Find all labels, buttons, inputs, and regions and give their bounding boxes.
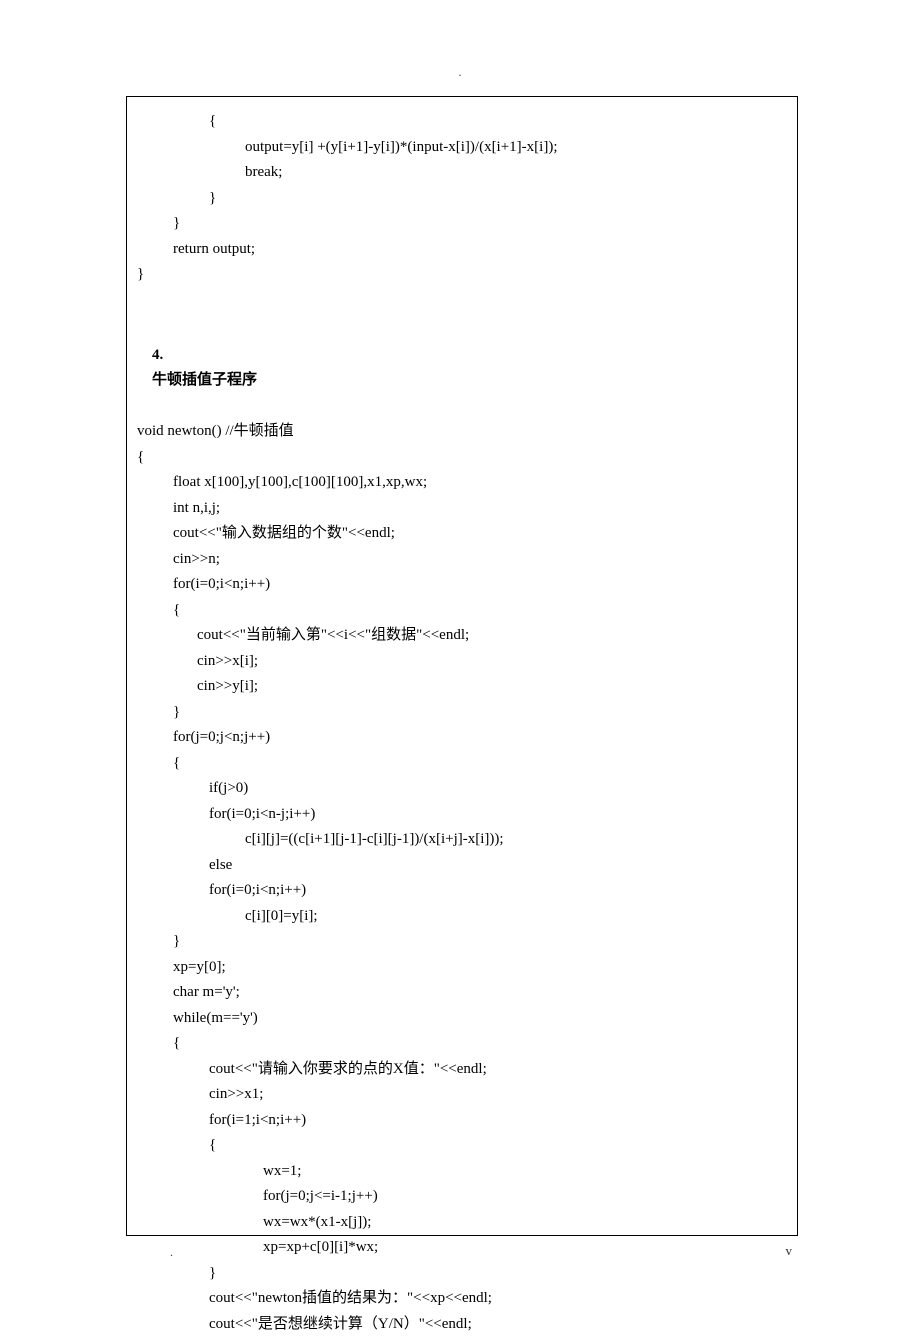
code-line: float x[100],y[100],c[100][100],x1,xp,wx… bbox=[137, 470, 789, 496]
code-segment-2: void newton() //牛顿插值{float x[100],y[100]… bbox=[137, 419, 789, 1337]
code-line: cin>>n; bbox=[137, 547, 789, 573]
code-line: if(j>0) bbox=[137, 776, 789, 802]
code-line: { bbox=[137, 445, 789, 471]
code-line: } bbox=[137, 262, 789, 288]
code-line: else bbox=[137, 853, 789, 879]
code-line: { bbox=[137, 751, 789, 777]
code-line: c[i][0]=y[i]; bbox=[137, 904, 789, 930]
code-line: for(i=0;i<n-j;i++) bbox=[137, 802, 789, 828]
code-line: for(j=0;j<n;j++) bbox=[137, 725, 789, 751]
code-line: cout<<"请输入你要求的点的X值："<<endl; bbox=[137, 1057, 789, 1083]
code-line: xp=xp+c[0][i]*wx; bbox=[137, 1235, 789, 1261]
code-line: { bbox=[137, 598, 789, 624]
code-line: xp=y[0]; bbox=[137, 955, 789, 981]
code-line: for(i=0;i<n;i++) bbox=[137, 878, 789, 904]
code-line: int n,i,j; bbox=[137, 496, 789, 522]
code-line: cout<<"是否想继续计算（Y/N）"<<endl; bbox=[137, 1312, 789, 1337]
code-line: { bbox=[137, 1031, 789, 1057]
code-line: cout<<"当前输入第"<<i<<"组数据"<<endl; bbox=[137, 623, 789, 649]
code-line: { bbox=[137, 1133, 789, 1159]
code-line: while(m=='y') bbox=[137, 1006, 789, 1032]
code-line: void newton() //牛顿插值 bbox=[137, 419, 789, 445]
code-line: cout<<"newton插值的结果为："<<xp<<endl; bbox=[137, 1286, 789, 1312]
code-line: c[i][j]=((c[i+1][j-1]-c[i][j-1])/(x[i+j]… bbox=[137, 827, 789, 853]
code-line: wx=1; bbox=[137, 1159, 789, 1185]
code-line: cout<<"输入数据组的个数"<<endl; bbox=[137, 521, 789, 547]
code-line: return output; bbox=[137, 237, 789, 263]
footer-right-marker: v bbox=[786, 1240, 793, 1262]
content-frame: {output=y[i] +(y[i+1]-y[i])*(input-x[i])… bbox=[126, 96, 798, 1236]
code-line: for(i=0;i<n;i++) bbox=[137, 572, 789, 598]
code-line: { bbox=[137, 109, 789, 135]
code-segment-1: {output=y[i] +(y[i+1]-y[i])*(input-x[i])… bbox=[137, 109, 789, 288]
header-marker: . bbox=[459, 62, 462, 82]
code-line: for(i=1;i<n;i++) bbox=[137, 1108, 789, 1134]
code-line: } bbox=[137, 186, 789, 212]
code-line: wx=wx*(x1-x[j]); bbox=[137, 1210, 789, 1236]
code-line: output=y[i] +(y[i+1]-y[i])*(input-x[i])/… bbox=[137, 135, 789, 161]
footer-left-marker: . bbox=[170, 1242, 173, 1262]
code-line: cin>>y[i]; bbox=[137, 674, 789, 700]
code-line: cin>>x1; bbox=[137, 1082, 789, 1108]
heading-number: 4. bbox=[152, 343, 182, 369]
code-line: break; bbox=[137, 160, 789, 186]
code-line: } bbox=[137, 1261, 789, 1287]
heading-title: 牛顿插值子程序 bbox=[152, 372, 257, 388]
code-line: for(j=0;j<=i-1;j++) bbox=[137, 1184, 789, 1210]
code-line: cin>>x[i]; bbox=[137, 649, 789, 675]
code-line: char m='y'; bbox=[137, 980, 789, 1006]
section-heading: 4. 牛顿插值子程序 bbox=[137, 317, 789, 419]
code-line: } bbox=[137, 929, 789, 955]
code-line: } bbox=[137, 700, 789, 726]
blank-line bbox=[137, 288, 789, 314]
code-line: } bbox=[137, 211, 789, 237]
